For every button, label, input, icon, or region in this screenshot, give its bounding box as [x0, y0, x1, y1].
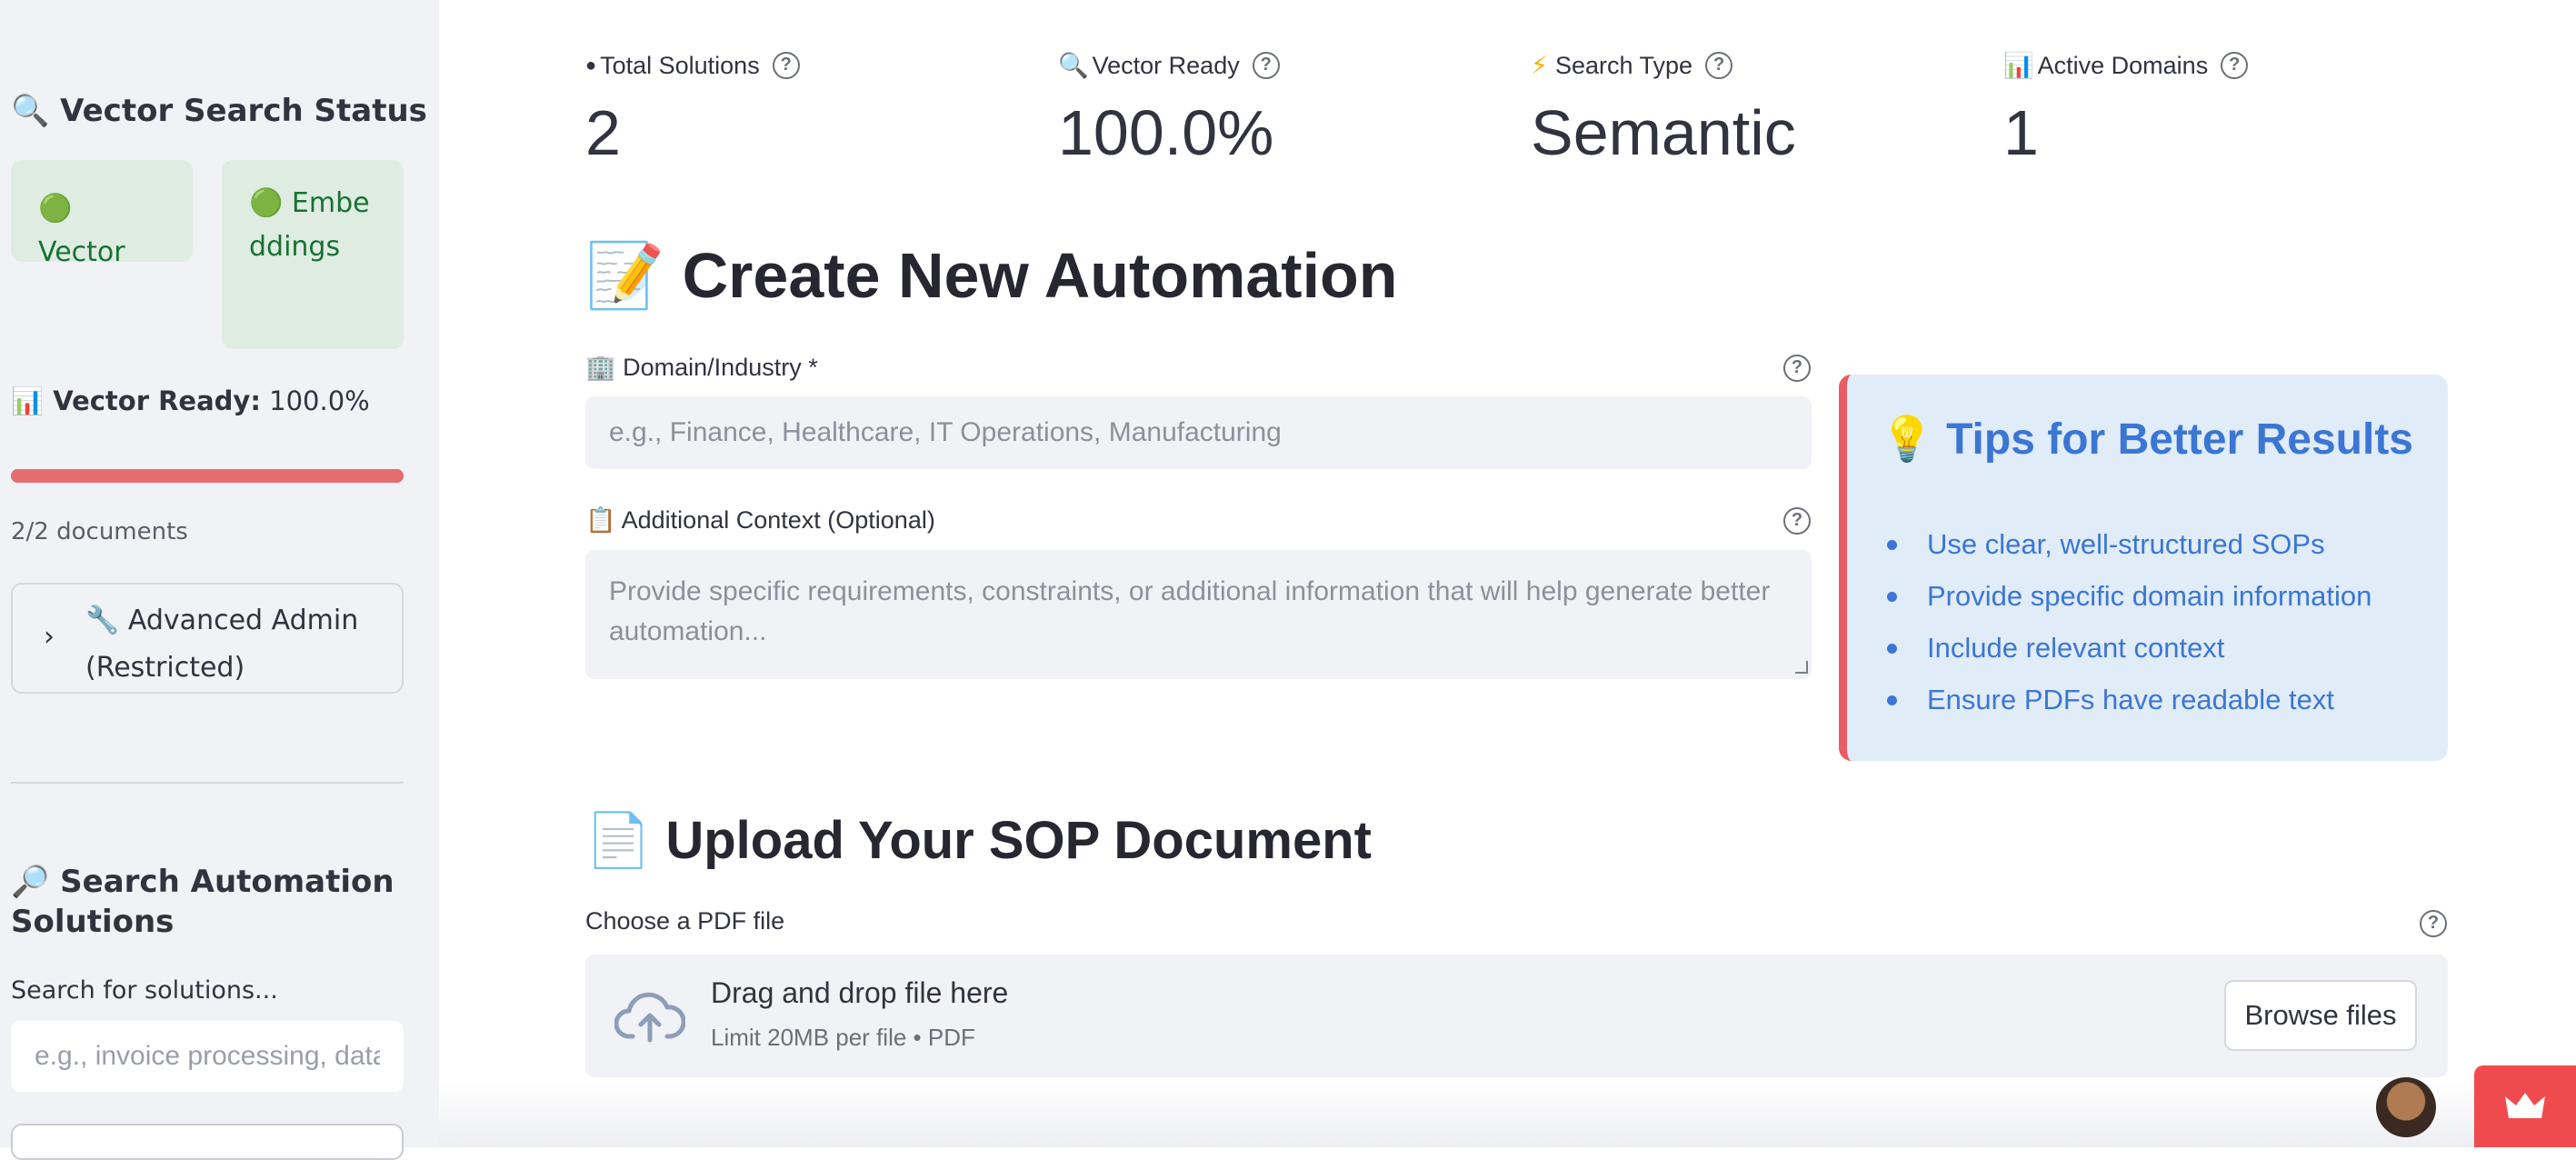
magnifier-icon: 🔍: [1058, 52, 1089, 80]
crown-icon: [2505, 1093, 2545, 1118]
help-icon[interactable]: ?: [1783, 507, 1811, 535]
metric-label: Active Domains: [2037, 51, 2209, 79]
help-icon[interactable]: ?: [772, 52, 800, 79]
sidebar: 🔍 Vector Search Status 🟢 Vector 🟢 Embedd…: [0, 0, 439, 1160]
vector-ready-label: 📊 Vector Ready:: [11, 385, 261, 416]
help-icon[interactable]: ?: [1783, 355, 1811, 382]
sidebar-bottom-button[interactable]: [11, 1124, 404, 1160]
help-icon[interactable]: ?: [2221, 52, 2249, 79]
chevron-right-icon: ›: [44, 621, 55, 653]
search-solutions-title: 🔎 Search Automation Solutions: [11, 864, 394, 940]
vector-progress-fill: [11, 469, 404, 483]
context-label-text: Additional Context (Optional): [621, 506, 935, 534]
solutions-search-input[interactable]: [11, 1021, 404, 1092]
dot-icon: ●: [585, 55, 597, 75]
documents-count: 2/2 documents: [11, 518, 188, 545]
building-icon: 🏢: [585, 354, 616, 382]
advanced-admin-label: 🔧 Advanced Admin (Restricted): [85, 605, 359, 684]
tip-item: Provide specific domain information: [1886, 570, 2371, 622]
upload-sop-heading: 📄 Upload Your SOP Document: [585, 811, 1372, 870]
domain-industry-input[interactable]: [585, 396, 1812, 469]
metric-label: Search Type: [1554, 51, 1693, 79]
domain-field-label: 🏢 Domain/Industry *: [585, 353, 818, 382]
dropzone-limit: Limit 20MB per file • PDF: [711, 1024, 975, 1051]
tips-list: Use clear, well-structured SOPs Provide …: [1886, 518, 2371, 725]
metric-search-type: ⚡ Search Type ? Semantic: [1531, 45, 1796, 169]
context-field-label: 📋 Additional Context (Optional): [585, 505, 935, 535]
advanced-admin-expander[interactable]: › 🔧 Advanced Admin (Restricted): [11, 583, 404, 694]
embeddings-status-pill: 🟢 Embeddings: [222, 160, 404, 349]
metric-value: 100.0%: [1058, 97, 1274, 168]
browse-files-button[interactable]: Browse files: [2224, 980, 2417, 1051]
tips-panel: 💡 Tips for Better Results Use clear, wel…: [1839, 375, 2448, 761]
tips-title: 💡 Tips for Better Results: [1880, 415, 2413, 464]
vector-status-pill: 🟢 Vector: [11, 160, 193, 268]
metric-vector-ready: 🔍 Vector Ready ? 100.0%: [1058, 45, 1280, 169]
avatar[interactable]: [2376, 1077, 2436, 1137]
tip-item: Use clear, well-structured SOPs: [1886, 518, 2371, 570]
vector-ready-value: 100.0%: [269, 385, 370, 416]
vector-status-title: 🔍 Vector Search Status: [11, 93, 427, 129]
vector-pill-label: 🟢 Vector: [38, 193, 125, 268]
metric-total-solutions: ● Total Solutions ? 2: [585, 45, 800, 169]
file-uploader-label: Choose a PDF file: [585, 907, 785, 935]
metric-value: Semantic: [1531, 97, 1796, 168]
domain-label-text: Domain/Industry *: [623, 354, 818, 381]
tip-item: Include relevant context: [1886, 622, 2371, 674]
embeddings-pill-label: 🟢 Embeddings: [249, 187, 370, 263]
metric-label: Total Solutions: [600, 51, 760, 79]
dropzone-title: Drag and drop file here: [711, 976, 1009, 1009]
additional-context-textarea[interactable]: [585, 550, 1812, 679]
create-automation-heading: 📝 Create New Automation: [585, 240, 1398, 311]
bar-chart-icon: 📊: [2003, 52, 2034, 80]
clipboard-icon: 📋: [585, 506, 616, 535]
metric-value: 1: [2003, 97, 2039, 168]
cloud-upload-icon: [614, 992, 685, 1043]
streamlit-badge[interactable]: [2474, 1065, 2576, 1147]
help-icon[interactable]: ?: [1705, 52, 1733, 79]
sidebar-divider: [11, 782, 404, 784]
help-icon[interactable]: ?: [1252, 52, 1280, 79]
metric-label: Vector Ready: [1092, 51, 1240, 79]
help-icon[interactable]: ?: [2420, 910, 2447, 937]
lightning-icon: ⚡: [1531, 51, 1548, 80]
tip-item: Ensure PDFs have readable text: [1886, 674, 2371, 725]
vector-ready-line: 📊 Vector Ready: 100.0%: [11, 385, 370, 417]
metric-active-domains: 📊 Active Domains ? 1: [2003, 45, 2249, 169]
file-dropzone[interactable]: Drag and drop file here Limit 20MB per f…: [585, 955, 2448, 1077]
vector-progress-bar: [11, 469, 404, 483]
search-label: Search for solutions...: [11, 976, 278, 1005]
metric-value: 2: [585, 97, 621, 168]
resize-handle-icon[interactable]: [1795, 661, 1808, 674]
